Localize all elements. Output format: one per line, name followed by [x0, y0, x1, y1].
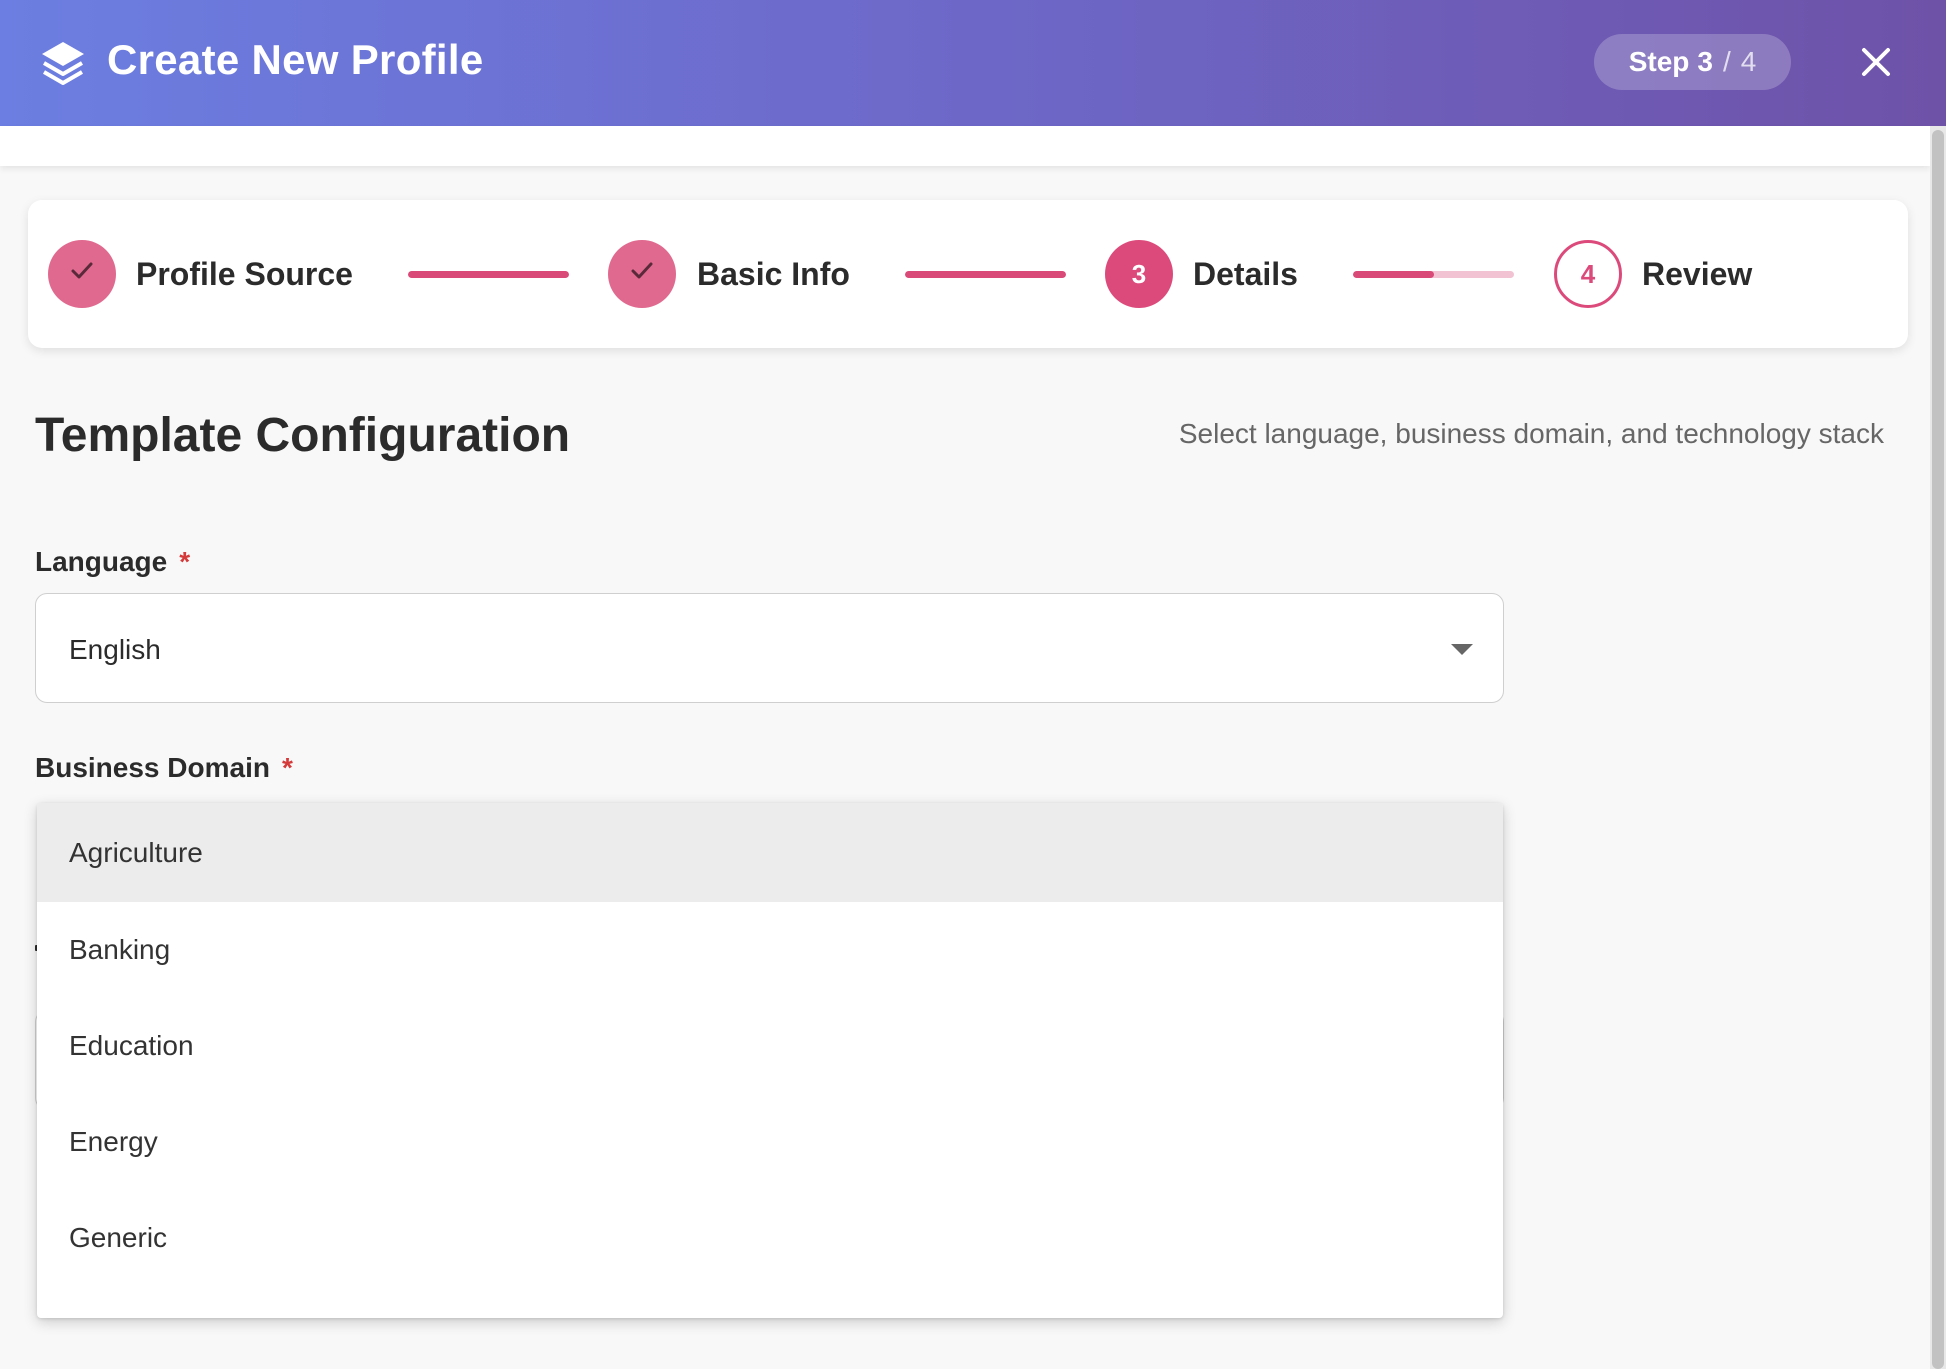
step-connector-2-fill [905, 271, 1066, 278]
step-2-circle [608, 240, 676, 308]
step-connector-2 [905, 271, 1066, 278]
layers-icon [42, 42, 84, 85]
step-counter-badge: Step 3 / 4 [1594, 34, 1791, 90]
caret-down-icon [1451, 644, 1473, 655]
section-subtitle: Select language, business domain, and te… [1178, 418, 1884, 449]
language-select[interactable]: English [35, 593, 1504, 703]
dropdown-option-generic[interactable]: Generic [37, 1190, 1503, 1286]
progress-stepper: Profile Source Basic Info 3 Details 4 Re… [28, 200, 1908, 348]
language-select-value: English [69, 634, 161, 665]
step-connector-1 [408, 271, 569, 278]
step-counter-total: 4 [1740, 46, 1757, 77]
step-connector-3 [1353, 271, 1514, 278]
step-counter-separator: / [1722, 46, 1731, 77]
business-domain-required-mark: * [281, 752, 293, 783]
modal-header: Create New Profile Step 3 / 4 [0, 0, 1946, 126]
scrollbar-thumb[interactable] [1932, 130, 1944, 1369]
section-title: Template Configuration [35, 409, 571, 462]
dropdown-option-education[interactable]: Education [37, 998, 1503, 1094]
check-icon [631, 262, 653, 279]
step-3-circle: 3 [1105, 240, 1173, 308]
language-label-text: Language [35, 546, 168, 577]
header-divider-band [0, 126, 1930, 166]
language-label: Language * [35, 546, 190, 578]
step-3-label: Details [1193, 256, 1298, 292]
step-counter-label: Step [1628, 46, 1690, 77]
dropdown-option-agriculture[interactable]: Agriculture [37, 803, 1503, 902]
close-icon[interactable] [1856, 42, 1896, 82]
dropdown-option-banking[interactable]: Banking [37, 902, 1503, 998]
step-4-label: Review [1642, 256, 1753, 292]
step-1-label: Profile Source [136, 256, 353, 292]
step-counter-current: 3 [1697, 46, 1713, 77]
step-2-label: Basic Info [697, 256, 850, 292]
step-connector-1-fill [408, 271, 569, 278]
check-icon [71, 262, 93, 279]
business-domain-label: Business Domain * [35, 752, 293, 784]
business-domain-label-text: Business Domain [35, 752, 270, 783]
language-required-mark: * [179, 546, 191, 577]
modal-title: Create New Profile [107, 36, 484, 83]
dropdown-option-energy[interactable]: Energy [37, 1094, 1503, 1190]
step-4-circle: 4 [1554, 240, 1622, 308]
step-connector-3-fill [1353, 271, 1434, 278]
business-domain-dropdown: Agriculture Banking Education Energy Gen… [37, 803, 1503, 1318]
step-1-circle [48, 240, 116, 308]
